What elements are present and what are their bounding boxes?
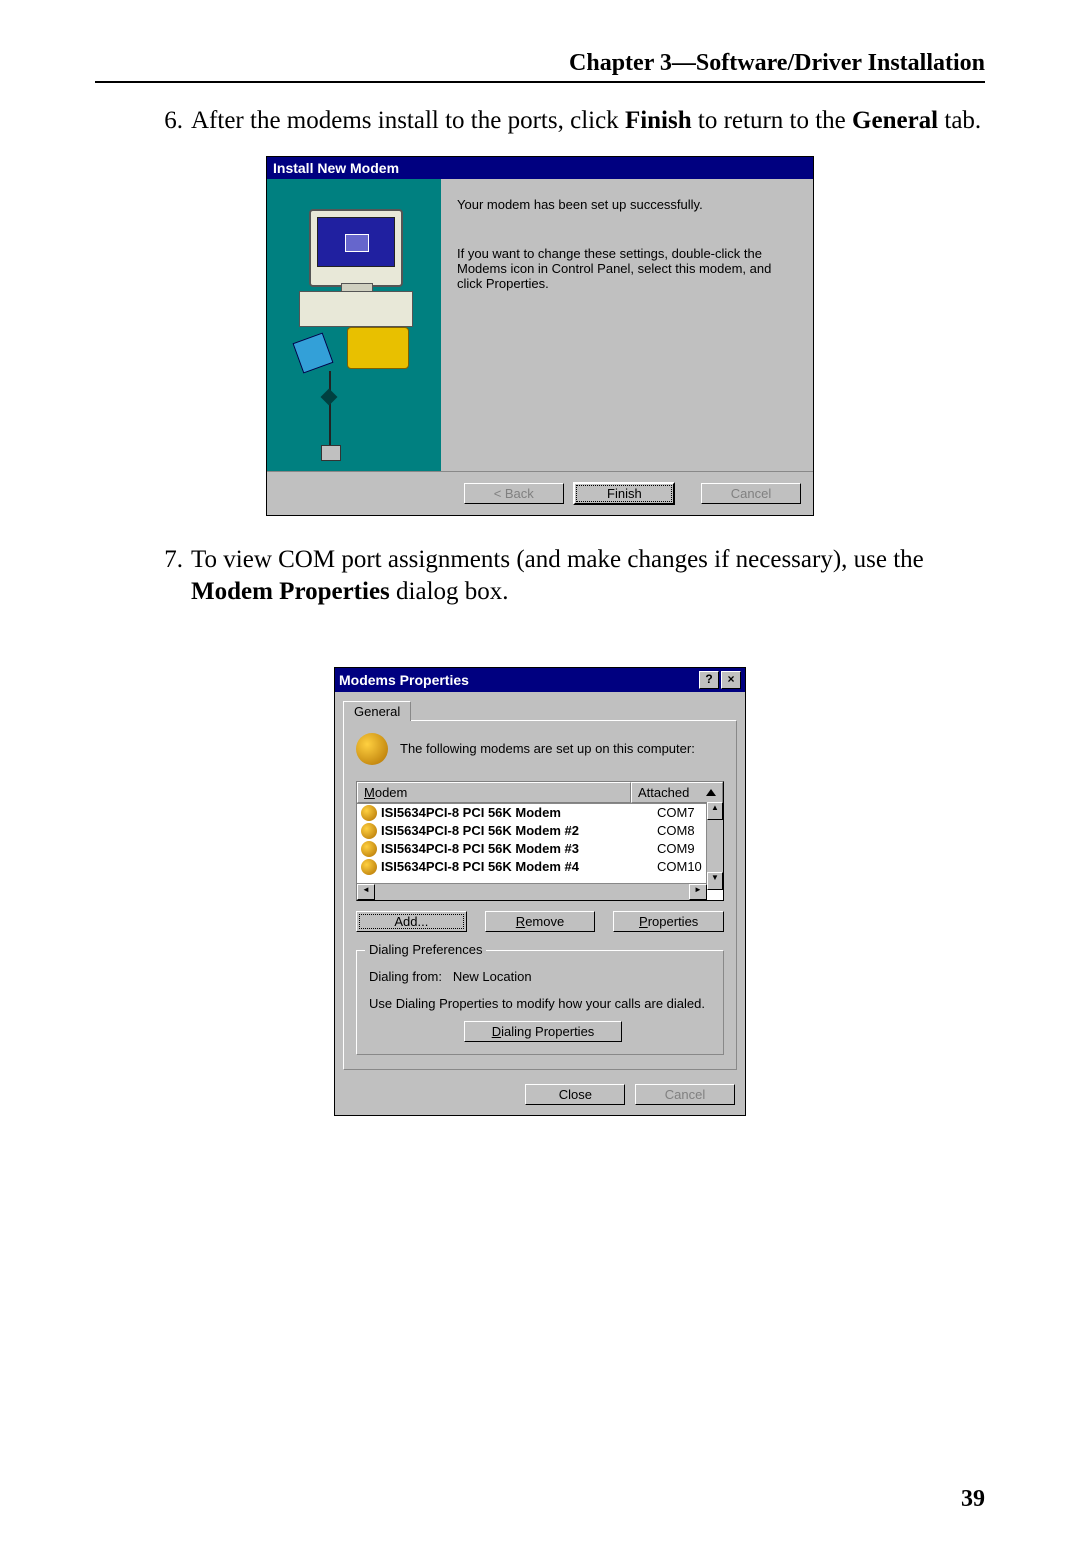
modem-listbox[interactable]: Modem Attached ISI5634PCI-8 PCI 56K Mode… — [356, 781, 724, 901]
modems-properties-dialog: Modems Properties ? × General The follow… — [334, 667, 746, 1117]
wizard-button-row: < Back Finish Cancel — [267, 471, 813, 515]
step-6-number: 6. — [145, 105, 191, 136]
list-item[interactable]: ISI5634PCI-8 PCI 56K Modem COM7 — [357, 804, 723, 822]
modem-icon — [356, 733, 388, 765]
step-6-bold-finish: Finish — [625, 107, 692, 134]
dialog-bottom-buttons: Close Cancel — [335, 1078, 745, 1115]
phone-icon — [347, 327, 409, 369]
back-button[interactable]: < Back — [464, 483, 564, 504]
close-button[interactable]: Close — [525, 1084, 625, 1105]
tab-bar: General — [335, 692, 745, 720]
props-intro-text: The following modems are set up on this … — [400, 741, 695, 756]
disk-icon — [292, 333, 333, 374]
page-number: 39 — [961, 1486, 985, 1513]
list-item[interactable]: ISI5634PCI-8 PCI 56K Modem #4 COM10 — [357, 858, 723, 876]
scroll-up-icon[interactable]: ▲ — [707, 802, 723, 820]
step-6-post: tab. — [938, 107, 981, 134]
col-header-attached[interactable]: Attached — [631, 782, 723, 803]
wizard-message-2: If you want to change these settings, do… — [457, 246, 797, 291]
props-title: Modems Properties — [339, 672, 697, 688]
cancel-button-2[interactable]: Cancel — [635, 1084, 735, 1105]
dialing-from-value: New Location — [453, 969, 532, 984]
scroll-down-icon[interactable]: ▼ — [707, 872, 723, 890]
step-7-pre: To view COM port assignments (and make c… — [191, 546, 924, 573]
step-6-pre: After the modems install to the ports, c… — [191, 107, 625, 134]
modem-item-icon — [361, 823, 377, 839]
wizard-message-1: Your modem has been set up successfully. — [457, 197, 797, 212]
modem-item-icon — [361, 841, 377, 857]
help-button[interactable]: ? — [699, 671, 719, 689]
remove-button[interactable]: Remove — [485, 911, 596, 932]
dialing-from-line: Dialing from: New Location — [369, 969, 711, 984]
step-6-text: After the modems install to the ports, c… — [191, 105, 985, 136]
close-x-button[interactable]: × — [721, 671, 741, 689]
modem-item-icon — [361, 859, 377, 875]
dialing-note: Use Dialing Properties to modify how you… — [369, 996, 711, 1012]
modem-item-icon — [361, 805, 377, 821]
list-item[interactable]: ISI5634PCI-8 PCI 56K Modem #3 COM9 — [357, 840, 723, 858]
horizontal-scrollbar[interactable]: ◄ ► — [357, 883, 707, 900]
finish-button[interactable]: Finish — [573, 482, 675, 505]
step-7-text: To view COM port assignments (and make c… — [191, 544, 985, 607]
step-6-bold-general: General — [852, 107, 938, 134]
list-header: Modem Attached — [357, 782, 723, 804]
modem-name: ISI5634PCI-8 PCI 56K Modem #3 — [381, 841, 657, 856]
props-titlebar: Modems Properties ? × — [335, 668, 745, 692]
step-6-mid: to return to the — [692, 107, 852, 134]
tab-general[interactable]: General — [343, 701, 411, 721]
dialing-properties-button[interactable]: Dialing Properties — [464, 1021, 622, 1042]
list-item[interactable]: ISI5634PCI-8 PCI 56K Modem #2 COM8 — [357, 822, 723, 840]
scroll-right-icon[interactable]: ► — [689, 884, 707, 900]
step-6: 6. After the modems install to the ports… — [145, 105, 985, 136]
install-new-modem-dialog: Install New Modem Your modem has been se… — [266, 156, 814, 516]
group-title: Dialing Preferences — [365, 942, 486, 957]
wizard-graphic — [267, 179, 441, 471]
plug-icon — [321, 445, 341, 461]
scroll-left-icon[interactable]: ◄ — [357, 884, 375, 900]
cable-icon — [329, 371, 331, 449]
cable-joint-icon — [321, 389, 338, 406]
modem-name: ISI5634PCI-8 PCI 56K Modem #2 — [381, 823, 657, 838]
dialing-from-label: Dialing from: — [369, 969, 442, 984]
col-header-modem[interactable]: Modem — [357, 782, 631, 803]
dialing-preferences-group: Dialing Preferences Dialing from: New Lo… — [356, 950, 724, 1056]
sort-ascending-icon — [706, 789, 716, 796]
modem-name: ISI5634PCI-8 PCI 56K Modem — [381, 805, 657, 820]
step-7-number: 7. — [145, 544, 191, 607]
step-7-post: dialog box. — [390, 578, 509, 605]
vertical-scrollbar[interactable]: ▲ ▼ — [706, 802, 723, 884]
general-panel: The following modems are set up on this … — [343, 720, 737, 1071]
modem-name: ISI5634PCI-8 PCI 56K Modem #4 — [381, 859, 657, 874]
cancel-button[interactable]: Cancel — [701, 483, 801, 504]
step-7-bold: Modem Properties — [191, 578, 390, 605]
monitor-icon — [309, 209, 403, 287]
add-button[interactable]: Add... — [356, 911, 467, 932]
step-7: 7. To view COM port assignments (and mak… — [145, 544, 985, 607]
wizard-titlebar: Install New Modem — [267, 157, 813, 179]
properties-button[interactable]: Properties — [613, 911, 724, 932]
pc-box-icon — [299, 291, 413, 327]
chapter-header: Chapter 3—Software/Driver Installation — [95, 50, 985, 83]
